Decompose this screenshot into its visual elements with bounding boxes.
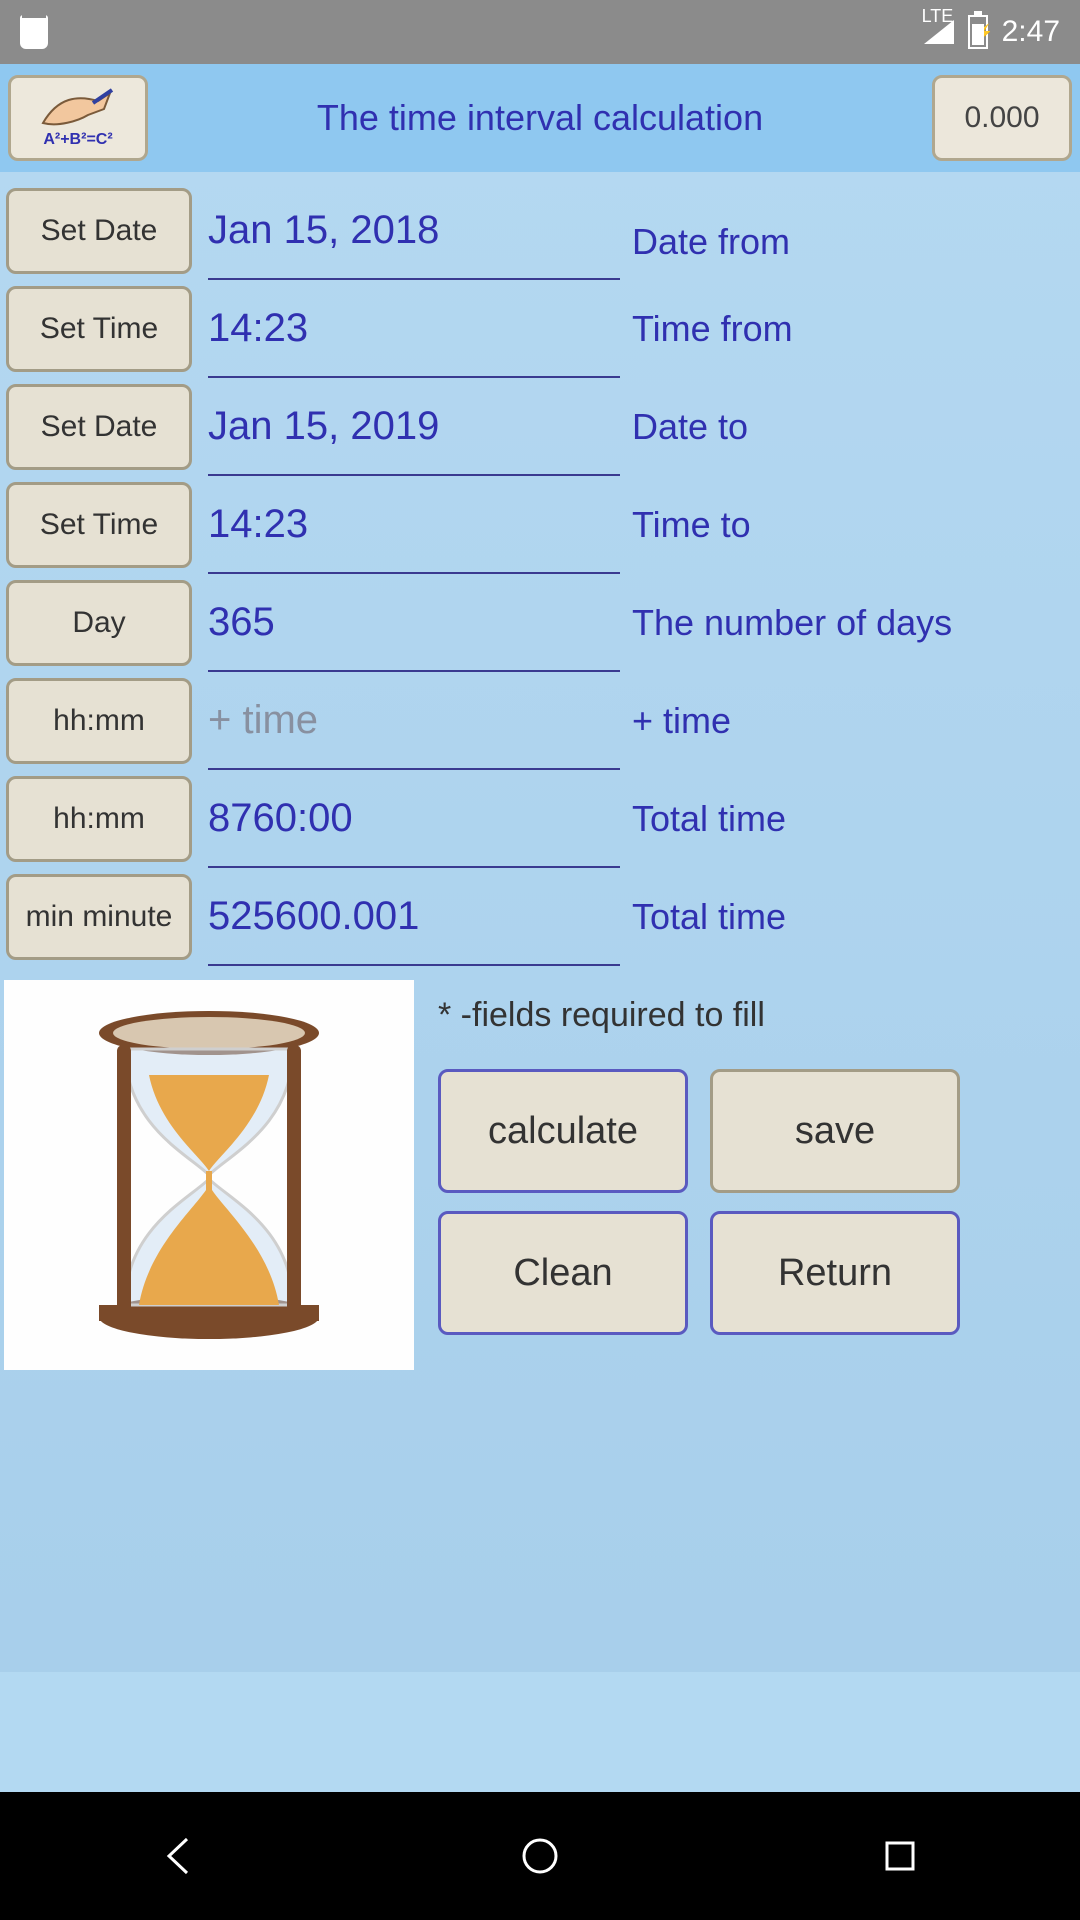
label-column: Date from Time from Date to Time to The …: [620, 182, 1080, 966]
status-bar: LTE ⚡ 2:47: [0, 0, 1080, 64]
date-from-label: Date from: [632, 204, 1080, 280]
left-button-column: Set Date Set Time Set Date Set Time Day …: [6, 182, 192, 966]
date-to-value[interactable]: Jan 15, 2019: [208, 378, 620, 476]
columns-area: Set Date Set Time Set Date Set Time Day …: [0, 182, 1080, 966]
day-button[interactable]: Day: [6, 580, 192, 666]
total-hhmm-value[interactable]: 8760:00: [208, 770, 620, 868]
battery-icon: ⚡: [968, 15, 988, 49]
value-column: Jan 15, 2018 14:23 Jan 15, 2019 14:23 36…: [192, 182, 620, 966]
app-header: A²+B²=C² The time interval calculation 0…: [0, 64, 1080, 172]
status-clock: 2:47: [1002, 15, 1060, 49]
app-logo-button[interactable]: A²+B²=C²: [8, 75, 148, 161]
total-time-1-label: Total time: [632, 770, 1080, 868]
num-days-label: The number of days: [632, 574, 1080, 672]
hand-writing-icon: [38, 87, 118, 131]
clean-button[interactable]: Clean: [438, 1211, 688, 1335]
android-nav-bar: [0, 1792, 1080, 1920]
sd-card-icon: [20, 15, 48, 49]
plus-time-placeholder: + time: [208, 698, 318, 743]
time-to-value[interactable]: 14:23: [208, 476, 620, 574]
return-button[interactable]: Return: [710, 1211, 960, 1335]
date-to-label: Date to: [632, 378, 1080, 476]
time-to-label: Time to: [632, 476, 1080, 574]
signal-container: LTE: [924, 20, 954, 44]
time-from-label: Time from: [632, 280, 1080, 378]
back-button[interactable]: [135, 1811, 225, 1901]
hourglass-icon: [79, 1005, 339, 1345]
content-area: Set Date Set Time Set Date Set Time Day …: [0, 172, 1080, 1672]
action-grid: calculate save Clean Return: [438, 1069, 1080, 1335]
set-time-from-button[interactable]: Set Time: [6, 286, 192, 372]
min-minute-button[interactable]: min minute: [6, 874, 192, 960]
hhmm-plus-button[interactable]: hh:mm: [6, 678, 192, 764]
plus-time-input[interactable]: + time: [208, 672, 620, 770]
back-icon: [157, 1833, 203, 1879]
hourglass-image: [4, 980, 414, 1370]
hhmm-total-button[interactable]: hh:mm: [6, 776, 192, 862]
home-icon: [517, 1833, 563, 1879]
status-left: [20, 15, 48, 49]
set-date-from-button[interactable]: Set Date: [6, 188, 192, 274]
calculate-button[interactable]: calculate: [438, 1069, 688, 1193]
set-time-to-button[interactable]: Set Time: [6, 482, 192, 568]
page-title: The time interval calculation: [148, 97, 932, 139]
set-date-to-button[interactable]: Set Date: [6, 384, 192, 470]
save-button[interactable]: save: [710, 1069, 960, 1193]
fields-required-note: * -fields required to fill: [438, 996, 1080, 1035]
footer-right: * -fields required to fill calculate sav…: [414, 980, 1080, 1370]
recents-icon: [877, 1833, 923, 1879]
formula-label: A²+B²=C²: [43, 131, 112, 149]
total-min-value[interactable]: 525600.001: [208, 868, 620, 966]
recents-button[interactable]: [855, 1811, 945, 1901]
total-time-2-label: Total time: [632, 868, 1080, 966]
header-value-display[interactable]: 0.000: [932, 75, 1072, 161]
home-button[interactable]: [495, 1811, 585, 1901]
signal-icon: [924, 20, 954, 44]
battery-bolt-icon: ⚡: [974, 23, 994, 43]
footer-area: * -fields required to fill calculate sav…: [0, 980, 1080, 1370]
plus-time-label: + time: [632, 672, 1080, 770]
status-right: LTE ⚡ 2:47: [924, 15, 1060, 49]
days-value[interactable]: 365: [208, 574, 620, 672]
date-from-value[interactable]: Jan 15, 2018: [208, 182, 620, 280]
time-from-value[interactable]: 14:23: [208, 280, 620, 378]
